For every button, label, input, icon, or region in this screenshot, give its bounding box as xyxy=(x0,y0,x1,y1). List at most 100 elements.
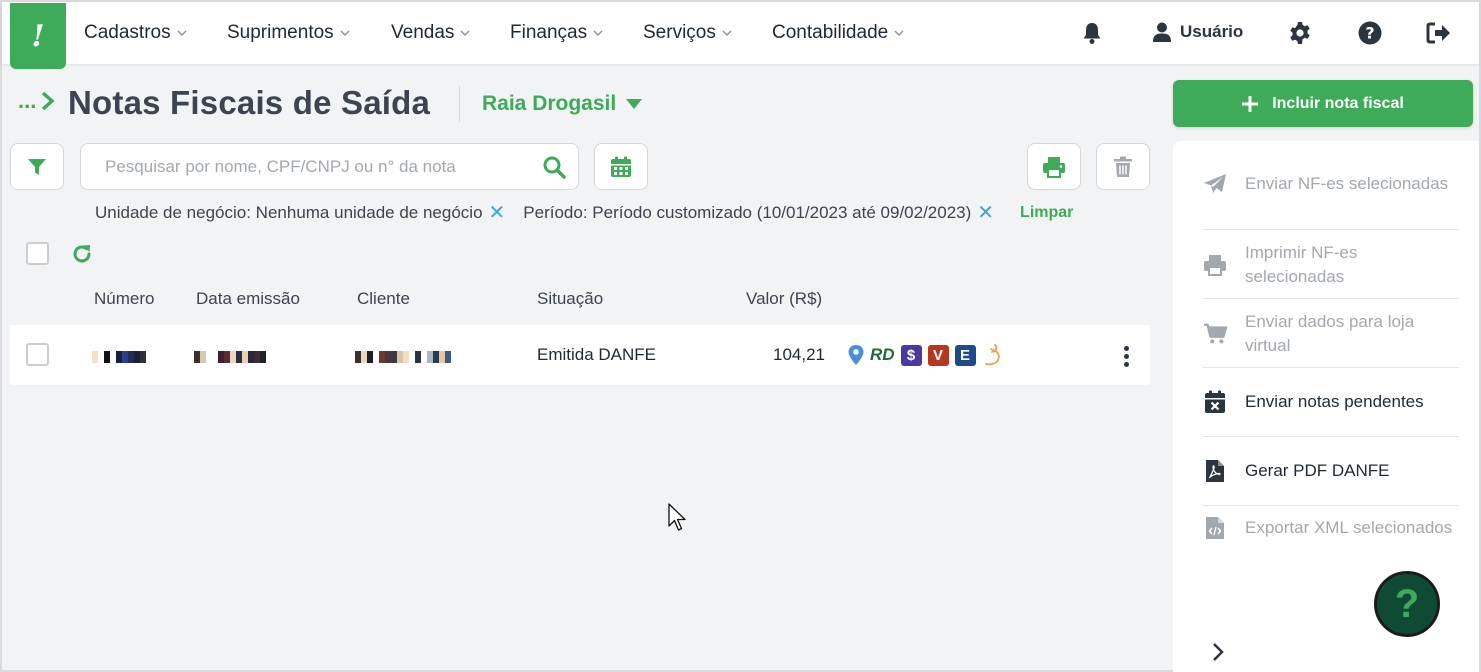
divider xyxy=(1203,298,1459,299)
help-fab-button[interactable]: ? xyxy=(1374,571,1440,637)
code-file-icon xyxy=(1203,516,1227,540)
action-label: Enviar dados para loja virtual xyxy=(1245,312,1415,355)
calendar-x-icon xyxy=(1203,390,1227,414)
e-badge-icon[interactable]: E xyxy=(954,344,976,366)
include-invoice-label: Incluir nota fiscal xyxy=(1272,94,1404,112)
plus-icon xyxy=(1242,95,1259,112)
filter-icon xyxy=(28,158,46,175)
search-box[interactable] xyxy=(80,143,579,190)
active-filters: Unidade de negócio: Nenhuma unidade de n… xyxy=(95,203,1073,223)
select-all-checkbox[interactable] xyxy=(26,242,49,265)
location-pin-icon[interactable] xyxy=(848,345,864,365)
column-header-cliente[interactable]: Cliente xyxy=(357,289,410,309)
page-title: Notas Fiscais de Saída xyxy=(68,84,431,121)
user-menu[interactable]: Usuário xyxy=(1152,22,1243,42)
delete-button[interactable] xyxy=(1096,143,1150,190)
action-print-nfes[interactable]: Imprimir NF-es selecionadas xyxy=(1203,241,1459,289)
action-send-online-store[interactable]: Enviar dados para loja virtual xyxy=(1203,310,1459,358)
include-invoice-button[interactable]: Incluir nota fiscal xyxy=(1173,80,1473,127)
v-badge-icon[interactable]: V xyxy=(927,344,949,366)
filter-chip-label: Unidade de negócio: Nenhuma unidade de n… xyxy=(95,203,483,222)
refresh-icon[interactable] xyxy=(70,242,94,266)
logout-icon[interactable] xyxy=(1426,20,1452,46)
nav-servicos[interactable]: Serviços xyxy=(643,22,732,44)
top-navbar: ! Cadastros Suprimentos Vendas Finanças … xyxy=(2,2,1479,69)
nav-financas[interactable]: Finanças xyxy=(510,22,603,44)
redacted-cliente xyxy=(355,351,451,363)
chevron-right-icon[interactable] xyxy=(1208,642,1228,662)
filter-button[interactable] xyxy=(10,143,64,190)
chevron-right-icon xyxy=(42,91,55,111)
chevron-down-icon xyxy=(722,30,732,36)
redacted-data-emissao xyxy=(194,351,266,363)
logo-mark: ! xyxy=(31,18,45,54)
valor-cell: 104,21 xyxy=(773,345,825,364)
nav-contabilidade[interactable]: Contabilidade xyxy=(772,22,904,44)
search-icon[interactable] xyxy=(542,155,566,179)
user-label: Usuário xyxy=(1180,22,1244,41)
rd-logo-icon[interactable]: RD xyxy=(870,345,895,366)
nav-label: Serviços xyxy=(643,22,716,43)
title-divider xyxy=(459,86,460,122)
row-menu-kebab-icon[interactable] xyxy=(1116,343,1136,369)
date-range-button[interactable] xyxy=(594,143,648,190)
app-logo[interactable]: ! xyxy=(10,3,66,69)
divider xyxy=(1203,505,1459,506)
action-send-nfes[interactable]: Enviar NF-es selecionadas xyxy=(1203,172,1459,196)
action-export-xml[interactable]: Exportar XML selecionados xyxy=(1203,516,1459,540)
row-checkbox[interactable] xyxy=(26,343,49,366)
nav-vendas[interactable]: Vendas xyxy=(391,22,470,44)
close-icon[interactable]: ✕ xyxy=(489,203,506,223)
divider xyxy=(1203,436,1459,437)
clear-filters-link[interactable]: Limpar xyxy=(1020,204,1073,222)
chevron-down-icon xyxy=(460,30,470,36)
action-label: Gerar PDF DANFE xyxy=(1245,461,1390,480)
column-header-numero[interactable]: Número xyxy=(94,289,154,309)
nav-label: Vendas xyxy=(391,22,455,43)
column-header-data-emissao[interactable]: Data emissão xyxy=(196,289,300,309)
trash-icon xyxy=(1114,156,1132,177)
pdf-file-icon xyxy=(1203,459,1227,483)
cart-icon xyxy=(1203,322,1227,346)
chevron-down-icon xyxy=(340,30,350,36)
filter-chip-business-unit: Unidade de negócio: Nenhuma unidade de n… xyxy=(95,203,505,223)
dollar-badge-icon[interactable]: $ xyxy=(900,344,922,366)
print-button[interactable] xyxy=(1027,143,1081,190)
filter-chip-label: Período: Período customizado (10/01/2023… xyxy=(523,203,972,222)
chevron-down-icon xyxy=(593,30,603,36)
action-label: Imprimir NF-es selecionadas xyxy=(1245,243,1358,286)
close-icon[interactable]: ✕ xyxy=(977,203,994,223)
filter-chip-period: Período: Período customizado (10/01/2023… xyxy=(523,203,994,223)
nav-suprimentos[interactable]: Suprimentos xyxy=(227,22,350,44)
svg-text:?: ? xyxy=(1365,24,1374,43)
divider xyxy=(1203,367,1459,368)
column-header-situacao[interactable]: Situação xyxy=(537,289,603,309)
nav-cadastros[interactable]: Cadastros xyxy=(84,22,187,44)
breadcrumb-ellipsis[interactable]: ... xyxy=(18,88,36,114)
printer-icon xyxy=(1203,253,1227,277)
help-circle-icon[interactable]: ? xyxy=(1357,20,1383,46)
chevron-down-icon xyxy=(177,30,187,36)
search-input[interactable] xyxy=(105,156,542,177)
printer-icon xyxy=(1043,156,1065,178)
gear-icon[interactable] xyxy=(1287,20,1313,46)
user-icon xyxy=(1153,22,1171,42)
action-generate-pdf[interactable]: Gerar PDF DANFE xyxy=(1203,459,1459,483)
action-label: Enviar NF-es selecionadas xyxy=(1245,174,1449,193)
paper-plane-icon xyxy=(1203,172,1227,196)
store-selector[interactable]: Raia Drogasil xyxy=(482,92,643,116)
chevron-down-icon xyxy=(894,30,904,36)
divider xyxy=(1203,229,1459,230)
column-header-valor[interactable]: Valor (R$) xyxy=(746,289,822,309)
table-row[interactable]: Emitida DANFE 104,21 RD $ V E xyxy=(10,325,1150,385)
nav-label: Finanças xyxy=(510,22,588,43)
bell-icon[interactable] xyxy=(1079,20,1105,46)
action-label: Exportar XML selecionados xyxy=(1245,518,1453,537)
nav-label: Suprimentos xyxy=(227,22,334,43)
situacao-cell: Emitida DANFE xyxy=(537,345,657,364)
breadcrumb[interactable]: ... xyxy=(18,88,56,114)
store-name: Raia Drogasil xyxy=(482,92,617,115)
calendar-icon xyxy=(611,156,631,177)
hand-icon[interactable] xyxy=(982,343,1006,367)
action-send-pending[interactable]: Enviar notas pendentes xyxy=(1203,390,1459,414)
